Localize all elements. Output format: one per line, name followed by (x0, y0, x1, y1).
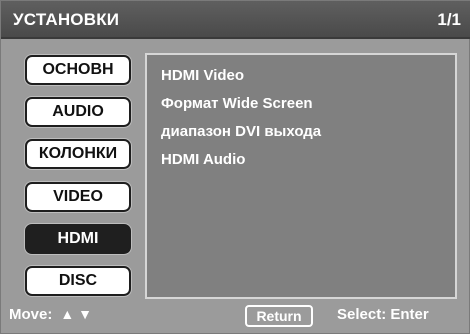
menu-item-dvi-output-range[interactable]: диапазон DVI выхода (161, 123, 321, 140)
setup-screen: УСТАНОВКИ 1/1 ОСНОВН AUDIO КОЛОНКИ VIDEO… (0, 0, 470, 334)
header-bar: УСТАНОВКИ 1/1 (1, 1, 470, 39)
up-down-arrows-icon: ▲ ▼ (60, 306, 92, 322)
hdmi-settings-panel: HDMI Video Формат Wide Screen диапазон D… (145, 53, 457, 299)
tab-osnovn[interactable]: ОСНОВН (25, 55, 131, 85)
select-hint: Select: Enter (337, 306, 429, 323)
tab-kolonki[interactable]: КОЛОНКИ (25, 139, 131, 169)
move-hint: Move: ▲ ▼ (9, 306, 92, 323)
return-button[interactable]: Return (245, 305, 313, 327)
menu-item-wide-screen-format[interactable]: Формат Wide Screen (161, 95, 313, 112)
page-title: УСТАНОВКИ (13, 10, 120, 29)
menu-item-hdmi-audio[interactable]: HDMI Audio (161, 151, 245, 168)
tab-hdmi[interactable]: HDMI (25, 224, 131, 254)
tab-disc[interactable]: DISC (25, 266, 131, 296)
move-label: Move: (9, 306, 53, 323)
tab-video[interactable]: VIDEO (25, 182, 131, 212)
menu-item-hdmi-video[interactable]: HDMI Video (161, 67, 244, 84)
page-indicator: 1/1 (437, 10, 461, 29)
tab-audio[interactable]: AUDIO (25, 97, 131, 127)
